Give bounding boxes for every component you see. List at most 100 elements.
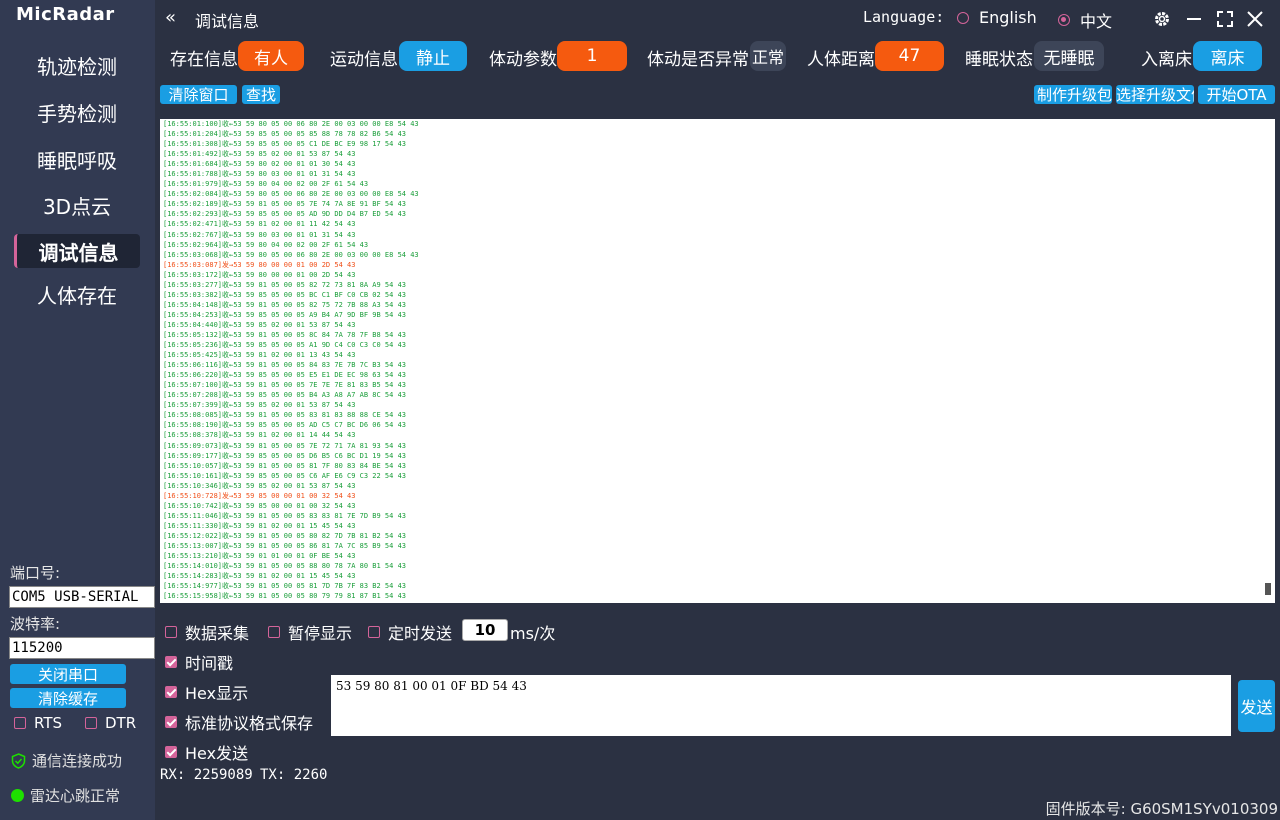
find-button[interactable]: 查找	[242, 85, 280, 104]
log-line: [16:55:10:161]收←53 59 85 05 00 05 C6 AF …	[163, 471, 407, 480]
std-save-option[interactable]: 标准协议格式保存	[165, 710, 313, 734]
gear-icon[interactable]	[1153, 10, 1171, 28]
log-line: [16:55:03:382]收←53 59 85 05 00 05 BC C1 …	[163, 290, 407, 299]
interval-input[interactable]: 10	[462, 619, 508, 641]
log-line: [16:55:05:425]收←53 59 81 02 00 01 13 43 …	[163, 351, 356, 360]
firmware-version: 固件版本号: G60SM1SYv010309	[1045, 800, 1278, 818]
rts-checkbox[interactable]	[14, 717, 26, 729]
send-input[interactable]: 53 59 80 81 00 01 0F BD 54 43	[331, 675, 1231, 736]
log-lines: [16:55:01:100]收←53 59 80 05 00 06 80 2E …	[163, 119, 1272, 601]
log-line: [16:55:04:148]收←53 59 81 05 00 05 82 75 …	[163, 300, 407, 309]
baud-select[interactable]: 115200	[9, 637, 155, 659]
serial-log[interactable]: [16:55:01:100]收←53 59 80 05 00 06 80 2E …	[160, 119, 1275, 603]
presence-label: 存在信息	[170, 50, 238, 70]
timed-send-option[interactable]: 定时发送	[368, 620, 452, 644]
app-window: MicRadar 轨迹检测 手势检测 睡眠呼吸 3D点云 调试信息 人体存在 端…	[0, 0, 1280, 820]
rts-option[interactable]: RTS	[14, 714, 62, 732]
select-package-button[interactable]: 选择升级文件	[1116, 85, 1194, 104]
log-line: [16:55:07:100]收←53 59 81 05 00 05 7E 7E …	[163, 381, 407, 390]
log-line: [16:55:02:767]收←53 59 80 03 00 01 01 31 …	[163, 230, 356, 239]
dtr-checkbox[interactable]	[85, 717, 97, 729]
clear-cache-button[interactable]: 清除缓存	[10, 688, 126, 708]
chinese-radio[interactable]	[1058, 14, 1070, 26]
port-select[interactable]: COM5 USB-SERIAL	[9, 586, 155, 608]
make-package-button[interactable]: 制作升级包	[1034, 85, 1112, 104]
std-save-checkbox[interactable]	[165, 716, 177, 728]
log-line: [16:55:08:190]收←53 59 85 05 00 05 AD C5 …	[163, 421, 407, 430]
hex-send-checkbox[interactable]	[165, 746, 177, 758]
language-english-option[interactable]: English	[957, 8, 1037, 27]
rx-counter: RX: 2259089	[160, 767, 253, 783]
pause-display-label: 暂停显示	[288, 624, 353, 643]
collapse-icon[interactable]: «	[165, 7, 176, 28]
log-line: [16:55:13:210]收←53 59 01 01 00 01 0F BE …	[163, 552, 356, 561]
sleep-label: 睡眠状态	[965, 50, 1033, 70]
std-save-label: 标准协议格式保存	[185, 714, 314, 733]
log-line: [16:55:12:022]收←53 59 81 05 00 05 80 82 …	[163, 531, 407, 540]
log-line: [16:55:07:208]收←53 59 85 05 00 05 B4 A3 …	[163, 391, 407, 400]
hex-send-option[interactable]: Hex发送	[165, 740, 248, 764]
log-line: [16:55:11:046]收←53 59 81 05 00 05 83 83 …	[163, 511, 407, 520]
pause-display-option[interactable]: 暂停显示	[268, 620, 352, 644]
connection-status: 通信连接成功	[11, 750, 122, 771]
language-chinese-option[interactable]: 中文	[1058, 8, 1112, 32]
log-line: [16:55:06:116]收←53 59 81 05 00 05 84 83 …	[163, 361, 407, 370]
log-line: [16:55:10:346]收←53 59 85 02 00 01 53 87 …	[163, 481, 356, 490]
send-button[interactable]: 发送	[1238, 680, 1275, 732]
dtr-label: DTR	[105, 714, 137, 732]
heartbeat-status-text: 雷达心跳正常	[30, 787, 121, 805]
interval-unit: ms/次	[510, 624, 556, 643]
page-title: 调试信息	[195, 12, 260, 31]
timestamp-option[interactable]: 时间戳	[165, 650, 233, 674]
sidebar-item-sleep[interactable]: 睡眠呼吸	[14, 142, 140, 176]
hex-display-label: Hex显示	[185, 684, 249, 703]
sleep-value: 无睡眠	[1034, 41, 1104, 71]
log-line: [16:55:01:788]收←53 59 80 03 00 01 01 31 …	[163, 170, 356, 179]
port-label: 端口号:	[10, 564, 61, 582]
log-line: [16:55:02:189]收←53 59 81 05 00 05 7E 74 …	[163, 200, 407, 209]
timestamp-label: 时间戳	[185, 654, 234, 673]
tx-counter: TX: 2260	[260, 767, 328, 783]
log-line: [16:55:09:177]收←53 59 85 05 00 05 D6 B5 …	[163, 451, 407, 460]
sidebar-item-trajectory[interactable]: 轨迹检测	[14, 48, 140, 82]
log-scrollbar[interactable]	[1265, 583, 1271, 595]
minimize-icon[interactable]	[1185, 10, 1203, 28]
log-line: [16:55:05:132]收←53 59 81 05 00 05 8C 84 …	[163, 330, 407, 339]
connection-status-text: 通信连接成功	[32, 752, 123, 770]
log-line: [16:55:10:728]发→53 59 85 00 00 01 00 32 …	[163, 491, 356, 500]
maximize-icon[interactable]	[1216, 10, 1234, 28]
log-line: [16:55:01:979]收←53 59 80 04 00 02 00 2F …	[163, 180, 369, 189]
hex-display-option[interactable]: Hex显示	[165, 680, 248, 704]
log-line: [16:55:08:085]收←53 59 81 05 00 05 83 81 …	[163, 411, 407, 420]
hex-display-checkbox[interactable]	[165, 686, 177, 698]
body-param-label: 体动参数	[489, 50, 557, 70]
start-ota-button[interactable]: 开始OTA	[1198, 85, 1275, 104]
sidebar-item-presence[interactable]: 人体存在	[14, 277, 140, 311]
close-icon[interactable]	[1246, 10, 1264, 28]
log-line: [16:55:03:172]收←53 59 80 00 00 01 00 2D …	[163, 270, 356, 279]
english-radio[interactable]	[957, 11, 969, 24]
abnormal-label: 体动是否异常	[647, 50, 749, 70]
sidebar-item-pointcloud[interactable]: 3D点云	[14, 188, 140, 222]
timed-send-checkbox[interactable]	[368, 626, 380, 638]
log-line: [16:55:09:073]收←53 59 81 05 00 05 7E 72 …	[163, 441, 407, 450]
timed-send-label: 定时发送	[388, 624, 453, 643]
log-line: [16:55:02:964]收←53 59 80 04 00 02 00 2F …	[163, 240, 369, 249]
data-collect-option[interactable]: 数据采集	[165, 620, 249, 644]
clear-window-button[interactable]: 清除窗口	[160, 85, 237, 104]
sidebar-item-debug[interactable]: 调试信息	[14, 234, 140, 268]
log-line: [16:55:08:378]收←53 59 81 02 00 01 14 44 …	[163, 431, 356, 440]
pause-display-checkbox[interactable]	[268, 626, 280, 638]
sidebar-item-gesture[interactable]: 手势检测	[14, 95, 140, 129]
log-line: [16:55:02:084]收←53 59 80 05 00 06 80 2E …	[163, 190, 419, 199]
timestamp-checkbox[interactable]	[165, 656, 177, 668]
log-line: [16:55:01:204]收←53 59 85 05 00 05 85 88 …	[163, 130, 407, 139]
dtr-option[interactable]: DTR	[85, 714, 136, 732]
log-line: [16:55:03:068]收←53 59 80 05 00 06 80 2E …	[163, 250, 419, 259]
data-collect-checkbox[interactable]	[165, 626, 177, 638]
close-port-button[interactable]: 关闭串口	[10, 664, 126, 684]
body-param-value: 1	[557, 41, 627, 71]
shield-check-icon	[11, 752, 26, 769]
rts-label: RTS	[34, 714, 63, 732]
log-line: [16:55:06:220]收←53 59 85 05 00 05 E5 E1 …	[163, 371, 407, 380]
